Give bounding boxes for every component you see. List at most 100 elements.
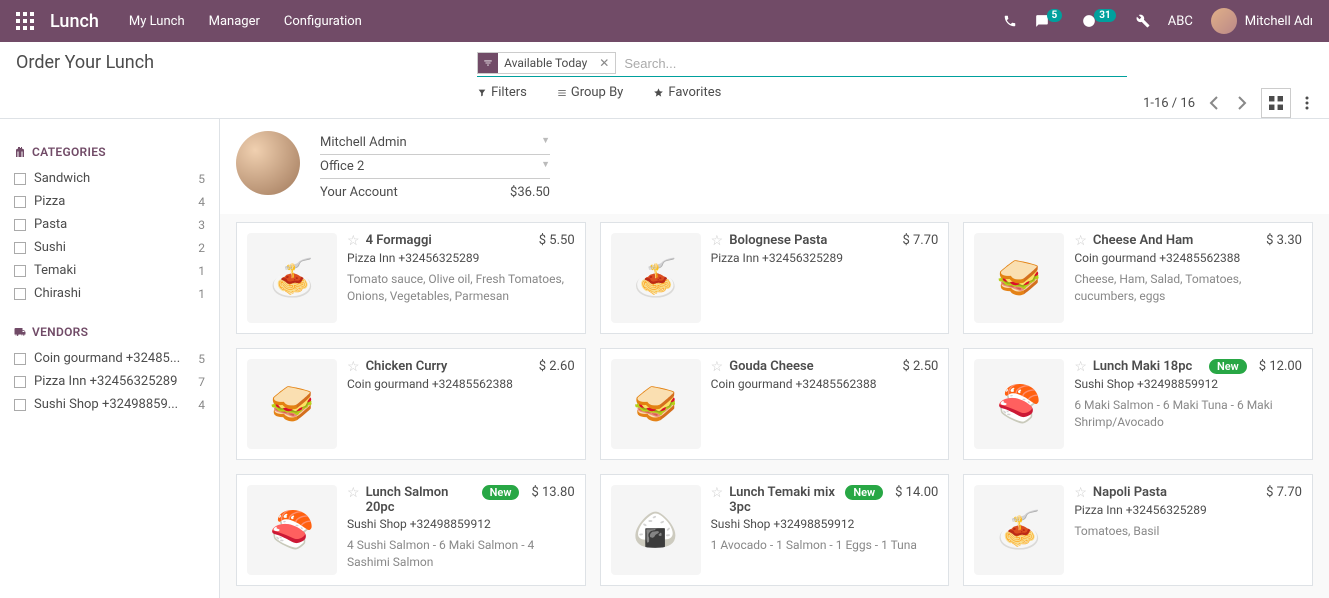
- user-avatar[interactable]: [1211, 8, 1237, 34]
- vendor-item[interactable]: Coin gourmand +32485... 5: [14, 347, 205, 370]
- checkbox[interactable]: [14, 376, 26, 388]
- star-icon[interactable]: ☆: [711, 359, 724, 375]
- category-item[interactable]: Temaki 1: [14, 259, 205, 282]
- product-name: Cheese And Ham: [1093, 233, 1254, 248]
- new-badge: New: [1209, 359, 1247, 374]
- vendor-item[interactable]: Pizza Inn +32456325289 7: [14, 370, 205, 393]
- product-vendor: Pizza Inn +32456325289: [711, 251, 939, 265]
- filters-button[interactable]: Filters: [477, 85, 527, 100]
- product-image: 🍝: [611, 233, 701, 323]
- product-grid: 🍝 ☆ 4 Formaggi $ 5.50 Pizza Inn +3245632…: [236, 222, 1313, 586]
- nav-configuration[interactable]: Configuration: [284, 14, 362, 29]
- product-image: 🥪: [611, 359, 701, 449]
- product-card[interactable]: 🍣 ☆ Lunch Maki 18pc New $ 12.00 Sushi Sh…: [963, 348, 1313, 460]
- star-icon[interactable]: ☆: [1074, 359, 1087, 375]
- category-label: Pizza: [34, 194, 198, 209]
- product-card[interactable]: 🍝 ☆ Bolognese Pasta $ 7.70 Pizza Inn +32…: [600, 222, 950, 334]
- product-card[interactable]: 🍝 ☆ Napoli Pasta $ 7.70 Pizza Inn +32456…: [963, 474, 1313, 586]
- search-input[interactable]: [622, 54, 1127, 73]
- category-label: Sushi: [34, 240, 198, 255]
- checkbox[interactable]: [14, 219, 26, 231]
- search-bar[interactable]: Available Today ✕: [477, 52, 1127, 77]
- vendor-count: 7: [198, 375, 205, 389]
- nav-my-lunch[interactable]: My Lunch: [129, 14, 185, 29]
- user-name[interactable]: Mitchell Adı: [1245, 14, 1313, 29]
- more-views-button[interactable]: [1301, 92, 1313, 114]
- activity-icon[interactable]: 31: [1082, 14, 1117, 28]
- app-brand[interactable]: Lunch: [50, 11, 99, 32]
- vendor-label: Coin gourmand +32485...: [34, 351, 198, 366]
- category-label: Temaki: [34, 263, 198, 278]
- star-icon[interactable]: ☆: [347, 233, 360, 249]
- category-item[interactable]: Sushi 2: [14, 236, 205, 259]
- checkbox[interactable]: [14, 265, 26, 277]
- facet-close[interactable]: ✕: [593, 56, 615, 70]
- checkbox[interactable]: [14, 242, 26, 254]
- product-price: $ 7.70: [902, 233, 938, 248]
- apps-icon[interactable]: [16, 12, 34, 30]
- top-navbar: Lunch My Lunch Manager Configuration 5 3…: [0, 0, 1329, 42]
- groupby-button[interactable]: Group By: [557, 85, 624, 100]
- category-item[interactable]: Chirashi 1: [14, 282, 205, 305]
- product-vendor: Sushi Shop +32498859912: [1074, 377, 1302, 391]
- product-card[interactable]: 🥪 ☆ Chicken Curry $ 2.60 Coin gourmand +…: [236, 348, 586, 460]
- star-icon[interactable]: ☆: [711, 233, 724, 249]
- checkbox[interactable]: [14, 353, 26, 365]
- product-price: $ 3.30: [1266, 233, 1302, 248]
- product-name: Bolognese Pasta: [729, 233, 890, 248]
- category-count: 2: [198, 241, 205, 255]
- messages-icon[interactable]: 5: [1035, 14, 1065, 28]
- vendor-label: Sushi Shop +32498859...: [34, 397, 198, 412]
- product-name: Lunch Temaki mix 3pc: [729, 485, 839, 515]
- product-name: Gouda Cheese: [729, 359, 890, 374]
- star-icon[interactable]: ☆: [711, 485, 724, 501]
- category-count: 5: [198, 172, 205, 186]
- product-image: 🍝: [247, 233, 337, 323]
- page-title: Order Your Lunch: [16, 52, 154, 73]
- product-image: 🍣: [247, 485, 337, 575]
- vendor-item[interactable]: Sushi Shop +32498859... 4: [14, 393, 205, 416]
- pager-next[interactable]: [1233, 92, 1251, 114]
- chevron-down-icon: ▼: [541, 135, 550, 150]
- product-description: 6 Maki Salmon - 6 Maki Tuna - 6 Maki Shr…: [1074, 397, 1302, 431]
- star-icon[interactable]: ☆: [347, 485, 360, 501]
- category-label: Chirashi: [34, 286, 198, 301]
- star-icon[interactable]: ☆: [1074, 233, 1087, 249]
- category-item[interactable]: Pizza 4: [14, 190, 205, 213]
- favorites-button[interactable]: Favorites: [653, 85, 721, 100]
- kanban-view-button[interactable]: [1261, 88, 1291, 118]
- product-price: $ 14.00: [895, 485, 938, 500]
- vendor-label: Pizza Inn +32456325289: [34, 374, 198, 389]
- product-vendor: Sushi Shop +32498859912: [711, 517, 939, 531]
- product-vendor: Pizza Inn +32456325289: [1074, 503, 1302, 517]
- company-selector[interactable]: ABC: [1168, 14, 1193, 29]
- product-card[interactable]: 🥪 ☆ Cheese And Ham $ 3.30 Coin gourmand …: [963, 222, 1313, 334]
- category-item[interactable]: Pasta 3: [14, 213, 205, 236]
- checkbox[interactable]: [14, 196, 26, 208]
- pager-prev[interactable]: [1205, 92, 1223, 114]
- debug-icon[interactable]: [1136, 14, 1150, 28]
- star-icon[interactable]: ☆: [347, 359, 360, 375]
- vendor-count: 5: [198, 352, 205, 366]
- checkbox[interactable]: [14, 173, 26, 185]
- nav-manager[interactable]: Manager: [209, 14, 260, 29]
- phone-icon[interactable]: [1003, 14, 1017, 28]
- account-avatar: [236, 131, 300, 195]
- product-name: Lunch Maki 18pc: [1093, 359, 1203, 374]
- checkbox[interactable]: [14, 288, 26, 300]
- account-balance: $36.50: [510, 185, 550, 200]
- product-card[interactable]: 🍣 ☆ Lunch Salmon 20pc New $ 13.80 Sushi …: [236, 474, 586, 586]
- checkbox[interactable]: [14, 399, 26, 411]
- user-select[interactable]: Mitchell Admin ▼: [320, 131, 550, 155]
- product-card[interactable]: 🍝 ☆ 4 Formaggi $ 5.50 Pizza Inn +3245632…: [236, 222, 586, 334]
- product-vendor: Sushi Shop +32498859912: [347, 517, 575, 531]
- product-description: Cheese, Ham, Salad, Tomatoes, cucumbers,…: [1074, 271, 1302, 305]
- location-select[interactable]: Office 2 ▼: [320, 155, 550, 179]
- product-card[interactable]: 🥪 ☆ Gouda Cheese $ 2.50 Coin gourmand +3…: [600, 348, 950, 460]
- product-image: 🍙: [611, 485, 701, 575]
- product-name: Napoli Pasta: [1093, 485, 1254, 500]
- star-icon[interactable]: ☆: [1074, 485, 1087, 501]
- category-item[interactable]: Sandwich 5: [14, 167, 205, 190]
- activity-badge: 31: [1094, 9, 1115, 22]
- product-card[interactable]: 🍙 ☆ Lunch Temaki mix 3pc New $ 14.00 Sus…: [600, 474, 950, 586]
